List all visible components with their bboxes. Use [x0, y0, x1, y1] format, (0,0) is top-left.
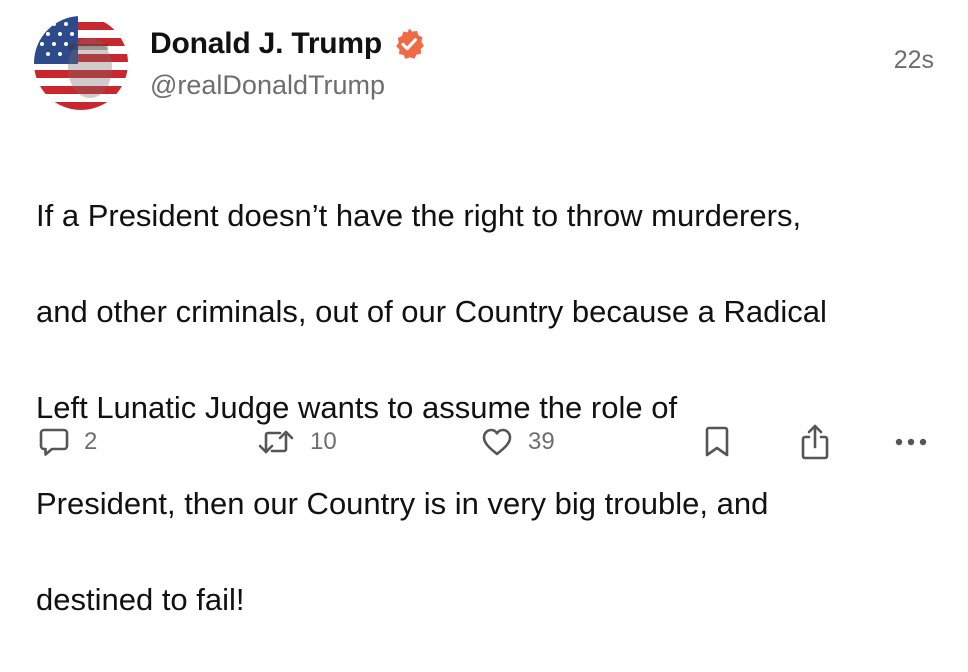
share-icon — [798, 423, 832, 461]
repost-button[interactable]: 10 — [256, 418, 337, 466]
reply-count: 2 — [84, 428, 98, 455]
share-button[interactable] — [798, 418, 832, 466]
bookmark-button[interactable] — [702, 418, 732, 466]
bookmark-icon — [702, 425, 732, 459]
more-options-button[interactable] — [893, 418, 929, 466]
post-card: Donald J. Trump @realDonaldTrump 22s If … — [0, 0, 968, 617]
post-timestamp[interactable]: 22s — [894, 46, 934, 75]
avatar[interactable] — [34, 16, 128, 110]
author-display-name[interactable]: Donald J. Trump — [150, 27, 382, 61]
reply-button[interactable]: 2 — [38, 418, 97, 466]
more-dots-icon — [893, 436, 929, 448]
like-count: 39 — [528, 428, 555, 455]
author-handle[interactable]: @realDonaldTrump — [150, 70, 385, 101]
post-body-line: President, then our Country is in very b… — [36, 486, 769, 521]
author-name-row: Donald J. Trump — [150, 24, 426, 64]
speech-bubble-icon — [38, 426, 70, 458]
post-action-bar: 2 10 39 — [0, 418, 968, 466]
post-body-line: If a President doesn’t have the right to… — [36, 198, 802, 233]
post-body-line: and other criminals, out of our Country … — [36, 294, 827, 329]
repost-count: 10 — [310, 428, 337, 455]
post-body: If a President doesn’t have the right to… — [36, 144, 956, 672]
repost-arrows-icon — [256, 426, 296, 458]
post-body-line: destined to fail! — [36, 582, 245, 617]
heart-icon — [480, 426, 514, 458]
like-button[interactable]: 39 — [480, 418, 555, 466]
verified-badge-icon — [392, 27, 426, 61]
flag-face-avatar-image — [34, 16, 128, 110]
